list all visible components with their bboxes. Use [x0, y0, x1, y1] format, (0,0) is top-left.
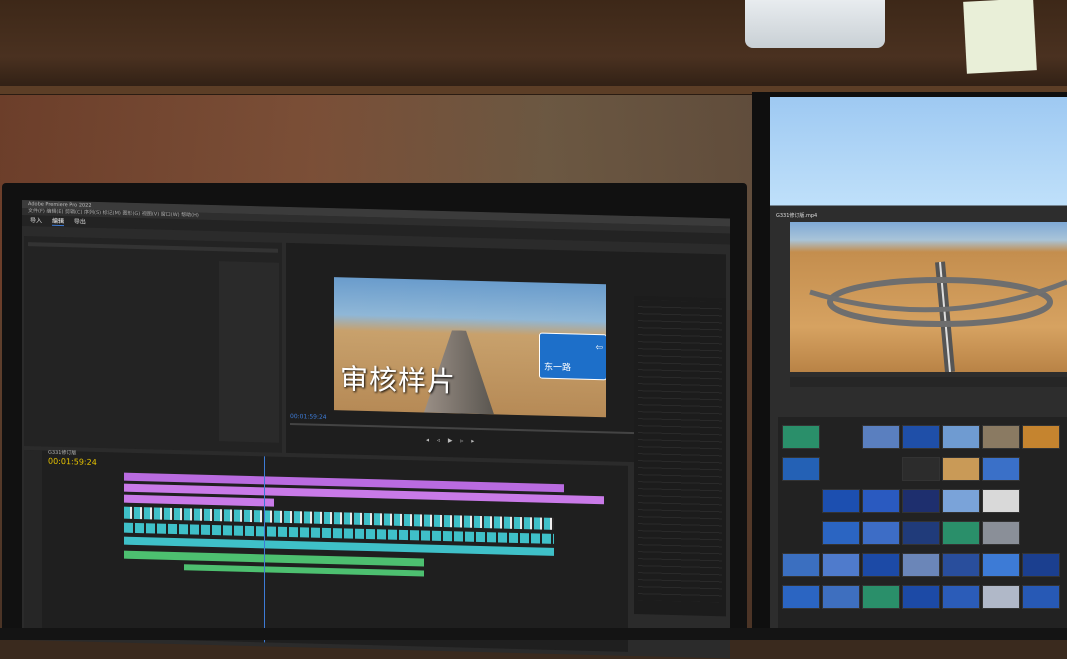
sequence-tab[interactable]: G331修订版: [48, 449, 76, 457]
media-thumbnail[interactable]: [982, 553, 1020, 577]
sign-arrow-icon: ⇦: [595, 343, 603, 354]
media-thumbnail[interactable]: [782, 585, 820, 609]
media-thumbnail[interactable]: [1022, 425, 1060, 449]
project-file-list[interactable]: [638, 300, 722, 603]
program-video-frame: 东一路 ⇦ 审核样片: [334, 277, 606, 418]
media-browser-grid[interactable]: [778, 417, 1067, 640]
transport-controls[interactable]: ◂ ◃ ▶ ▹ ▸: [426, 437, 546, 446]
media-thumbnail[interactable]: [862, 425, 900, 449]
media-thumbnail[interactable]: [822, 585, 860, 609]
media-thumbnail[interactable]: [942, 585, 980, 609]
audio-track-clip[interactable]: [124, 550, 424, 567]
media-thumbnail[interactable]: [822, 521, 860, 545]
media-thumbnail[interactable]: [902, 425, 940, 449]
shelf: [0, 0, 1067, 95]
media-thumbnail[interactable]: [942, 521, 980, 545]
playhead[interactable]: [264, 456, 265, 643]
preview-title: G331修订版.mp4: [776, 213, 818, 219]
program-timecode: 00:01:59:24: [290, 413, 327, 421]
media-thumbnail[interactable]: [902, 553, 940, 577]
source-header: [28, 242, 278, 253]
media-thumbnail[interactable]: [902, 585, 940, 609]
media-thumbnail[interactable]: [942, 425, 980, 449]
media-thumbnail[interactable]: [1022, 585, 1060, 609]
media-thumbnail[interactable]: [982, 489, 1020, 513]
media-thumbnail[interactable]: [862, 489, 900, 513]
media-thumbnail[interactable]: [902, 521, 940, 545]
media-thumbnail[interactable]: [982, 425, 1020, 449]
tab-export[interactable]: 导出: [74, 218, 86, 225]
media-thumbnail[interactable]: [862, 521, 900, 545]
media-thumbnail[interactable]: [982, 585, 1020, 609]
aerial-preview: [790, 222, 1067, 373]
video-track-clip[interactable]: [124, 494, 274, 507]
tab-edit[interactable]: 编辑: [51, 217, 64, 227]
sticky-note: [963, 0, 1037, 74]
media-thumbnail[interactable]: [862, 553, 900, 577]
media-thumbnail[interactable]: [782, 553, 820, 577]
media-thumbnail[interactable]: [782, 457, 820, 481]
tab-import[interactable]: 导入: [30, 217, 42, 224]
source-right-pane: [219, 261, 279, 443]
media-thumbnail[interactable]: [982, 521, 1020, 545]
left-screen: Adobe Premiere Pro 2022 文件(F) 编辑(E) 剪辑(C…: [22, 200, 730, 659]
tool-bar[interactable]: [24, 450, 42, 637]
source-panel: [24, 236, 282, 453]
media-thumbnail[interactable]: [982, 457, 1020, 481]
timeline-timecode: 00:01:59:24: [48, 456, 97, 467]
media-thumbnail[interactable]: [902, 457, 940, 481]
media-thumbnail[interactable]: [1022, 553, 1060, 577]
media-thumbnail[interactable]: [782, 425, 820, 449]
cup: [745, 0, 885, 48]
interchange-graphic: [809, 261, 1067, 373]
media-thumbnail[interactable]: [902, 489, 940, 513]
road-sign: 东一路 ⇦: [539, 332, 606, 381]
media-thumbnail[interactable]: [942, 553, 980, 577]
timeline-panel: 00:01:59:24 G331修订版: [24, 450, 628, 652]
track-area[interactable]: [124, 472, 624, 646]
desk-edge: [0, 628, 1067, 640]
right-screen: G331修订版.mp4: [770, 97, 1067, 640]
video-caption: 审核样片: [340, 362, 457, 399]
media-thumbnail[interactable]: [942, 489, 980, 513]
preview-transport[interactable]: [790, 377, 1067, 387]
project-panel: [634, 296, 726, 617]
audio-track-clip[interactable]: [184, 564, 424, 577]
media-thumbnail[interactable]: [942, 457, 980, 481]
media-thumbnail[interactable]: [822, 553, 860, 577]
road-sign-text: 东一路: [544, 362, 572, 374]
media-thumbnail[interactable]: [862, 585, 900, 609]
media-thumbnail[interactable]: [822, 489, 860, 513]
